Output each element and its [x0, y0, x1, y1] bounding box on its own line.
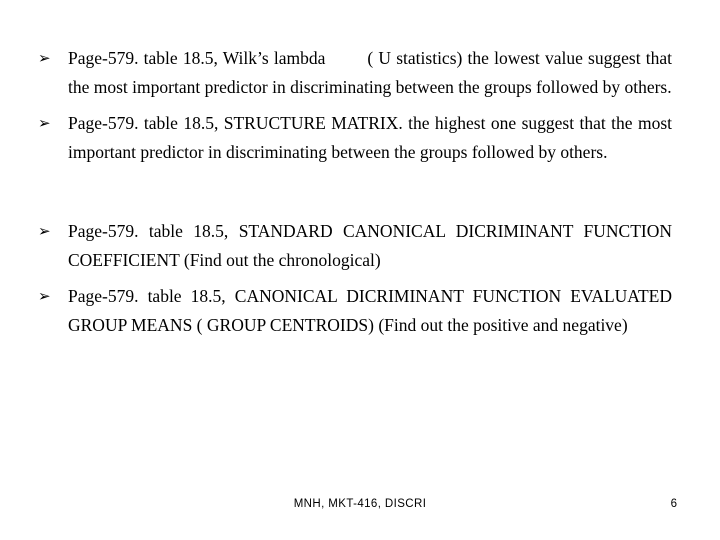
bullet-text-standard-canonical: Page-579. table 18.5, STANDARD CANONICAL… — [68, 221, 672, 270]
slide-canvas: ➢ Page-579. table 18.5, Wilk’s lambda( U… — [0, 0, 720, 540]
list-item: ➢ Page-579. table 18.5, Wilk’s lambda( U… — [38, 44, 672, 102]
bullet-text-canonical-centroids: Page-579. table 18.5, CANONICAL DICRIMIN… — [68, 286, 672, 335]
bullet-spacer-large — [38, 167, 672, 217]
bullet-arrow-icon: ➢ — [38, 49, 51, 67]
bullet-arrow-icon: ➢ — [38, 222, 51, 240]
list-item: ➢ Page-579. table 18.5, CANONICAL DICRIM… — [38, 282, 672, 340]
footer-page-number: 6 — [670, 498, 677, 510]
list-item: ➢ Page-579. table 18.5, STRUCTURE MATRIX… — [38, 109, 672, 167]
bullet-spacer-small — [38, 102, 672, 109]
bullet-spacer-small — [38, 275, 672, 282]
bullet-arrow-icon: ➢ — [38, 287, 51, 305]
bullet-text-part-lead: Page-579. table 18.5, Wilk’s lambda — [68, 48, 326, 68]
bullet-text-structure-matrix: Page-579. table 18.5, STRUCTURE MATRIX. … — [68, 113, 672, 162]
footer-course-label: MNH, MKT-416, DISCRI — [293, 498, 427, 510]
list-item: ➢ Page-579. table 18.5, STANDARD CANONIC… — [38, 217, 672, 275]
slide-body-content: ➢ Page-579. table 18.5, Wilk’s lambda( U… — [38, 44, 672, 340]
bullet-arrow-icon: ➢ — [38, 114, 51, 132]
bullet-text-wilks-lambda: Page-579. table 18.5, Wilk’s lambda( U s… — [68, 44, 672, 102]
slide-footer: MNH, MKT-416, DISCRI 6 — [0, 493, 720, 515]
